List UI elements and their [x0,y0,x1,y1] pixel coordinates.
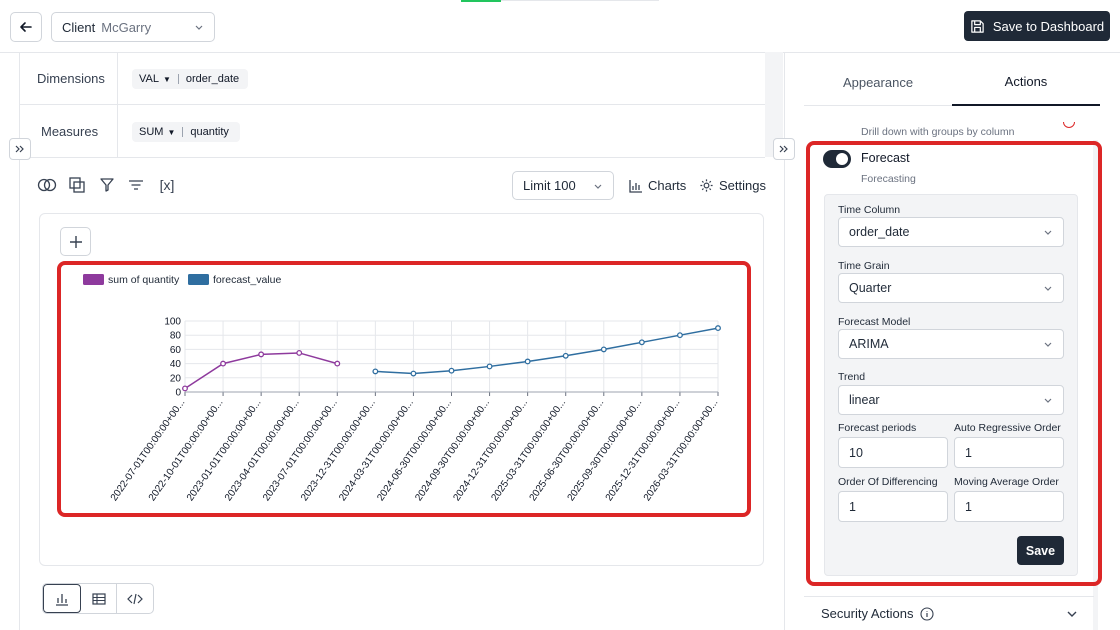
chevron-down-icon[interactable] [1066,608,1078,620]
copy-icon[interactable] [66,174,88,196]
view-mode-group [42,583,154,614]
join-icon[interactable] [36,174,58,196]
limit-value: Limit 100 [523,178,576,193]
tab-appearance[interactable]: Appearance [804,75,952,90]
measure-agg: SUM [139,126,164,138]
settings-label: Settings [719,178,766,193]
limit-select[interactable]: Limit 100 [512,171,614,200]
charts-button[interactable]: Charts [629,178,686,193]
code-icon [127,593,144,604]
chevrons-right-icon [15,145,24,153]
client-select[interactable]: Client McGarry [51,12,215,42]
dimension-pill[interactable]: VAL ▼ order_date [132,69,248,89]
dimensions-divider [19,104,765,105]
pill-separator [182,127,184,137]
info-icon [1063,122,1075,128]
dimension-field: order_date [185,73,240,85]
save-icon [971,19,984,33]
tab-actions[interactable]: Actions [952,74,1100,89]
client-label: Client [62,19,96,35]
info-icon [919,606,934,621]
bar-chart-icon [629,179,642,193]
add-chart-button[interactable] [60,227,91,256]
client-value: McGarry [101,19,152,35]
security-actions-label: Security Actions [821,606,914,621]
forecast-highlight-box [806,141,1102,586]
chevron-down-icon [594,184,602,189]
bar-chart-icon [55,593,68,606]
measures-divider [19,157,765,158]
table-view-button[interactable] [81,584,118,613]
caret-down-icon: ▼ [167,127,176,137]
settings-button[interactable]: Settings [699,178,766,193]
dimensions-label: Dimensions [37,71,105,86]
measure-pill[interactable]: SUM ▼ quantity [132,122,240,142]
sort-icon[interactable] [125,174,147,196]
save-to-dashboard-button[interactable]: Save to Dashboard [964,11,1110,41]
security-actions-header[interactable]: Security Actions [821,606,934,621]
variable-icon[interactable]: [x] [155,174,179,196]
arrow-left-icon [20,22,32,32]
charts-label: Charts [648,178,687,193]
gear-icon [700,179,713,192]
progress-indicator [461,0,501,2]
chevron-down-icon [195,25,203,30]
caret-down-icon: ▼ [162,74,171,84]
active-tab-indicator [952,104,1100,106]
chart-view-button[interactable] [43,584,81,613]
header-divider [0,52,1120,53]
filter-icon[interactable] [96,174,118,196]
security-divider [804,596,1094,597]
measure-field: quantity [190,126,229,138]
plus-icon [69,235,82,248]
save-to-dashboard-label: Save to Dashboard [992,18,1105,34]
back-button[interactable] [10,12,42,42]
chart-highlight-box [57,261,751,517]
expand-left-panel-button[interactable] [9,138,31,160]
pill-separator [177,74,179,84]
collapse-right-panel-button[interactable] [773,138,795,160]
code-view-button[interactable] [117,584,153,613]
drilldown-description: Drill down with groups by column [861,126,1015,138]
progress-track [501,0,659,1]
measures-label: Measures [41,124,99,139]
chevrons-right-icon [779,145,788,153]
dimension-agg: VAL [139,73,159,85]
table-icon [91,592,106,605]
